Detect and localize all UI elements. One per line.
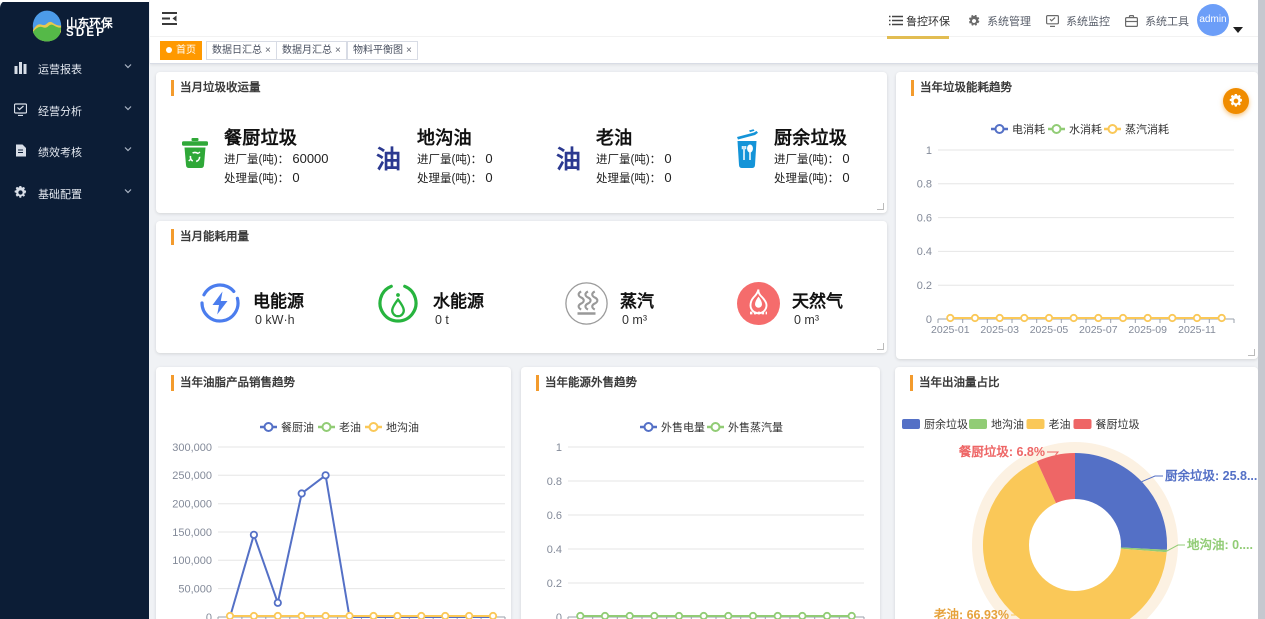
svg-text:100,000: 100,000 bbox=[172, 555, 212, 567]
svg-text:地沟油: 地沟油 bbox=[991, 417, 1024, 431]
svg-text:餐厨垃圾: 餐厨垃圾 bbox=[1096, 417, 1140, 431]
svg-text:电消耗: 电消耗 bbox=[1012, 122, 1045, 136]
svg-text:地沟油: 地沟油 bbox=[386, 420, 419, 434]
svg-text:2025-07: 2025-07 bbox=[1079, 324, 1118, 336]
svg-text:0: 0 bbox=[206, 612, 212, 619]
svg-text:2025-09: 2025-09 bbox=[1128, 324, 1167, 336]
svg-text:0.6: 0.6 bbox=[917, 212, 932, 224]
svg-text:厨余垃圾: 厨余垃圾 bbox=[924, 417, 968, 431]
svg-text:外售蒸汽量: 外售蒸汽量 bbox=[728, 420, 783, 434]
svg-text:水消耗: 水消耗 bbox=[1069, 122, 1102, 136]
svg-text:2025-11: 2025-11 bbox=[1178, 324, 1216, 336]
svg-text:0.2: 0.2 bbox=[547, 578, 562, 590]
svg-text:厨余垃圾: 25.8...: 厨余垃圾: 25.8... bbox=[1165, 468, 1257, 483]
svg-text:50,000: 50,000 bbox=[178, 583, 212, 595]
svg-text:1: 1 bbox=[926, 145, 932, 157]
svg-text:250,000: 250,000 bbox=[172, 470, 212, 482]
svg-text:150,000: 150,000 bbox=[172, 527, 212, 539]
svg-text:0.6: 0.6 bbox=[547, 510, 562, 522]
svg-text:蒸汽消耗: 蒸汽消耗 bbox=[1125, 122, 1169, 136]
svg-text:老油: 老油 bbox=[1049, 417, 1071, 431]
svg-text:2025-05: 2025-05 bbox=[1030, 324, 1069, 336]
svg-text:地沟油: 0....: 地沟油: 0.... bbox=[1187, 537, 1253, 552]
svg-text:0: 0 bbox=[556, 612, 562, 619]
svg-text:餐厨油: 餐厨油 bbox=[281, 420, 314, 434]
svg-text:0.8: 0.8 bbox=[917, 179, 932, 191]
svg-text:老油: 66.93%: 老油: 66.93% bbox=[933, 607, 1009, 619]
svg-text:2025-01: 2025-01 bbox=[931, 324, 970, 336]
svg-text:0.8: 0.8 bbox=[547, 476, 562, 488]
svg-text:200,000: 200,000 bbox=[172, 499, 212, 511]
svg-text:0.4: 0.4 bbox=[547, 544, 562, 556]
svg-text:0.4: 0.4 bbox=[917, 246, 932, 258]
svg-text:2025-03: 2025-03 bbox=[980, 324, 1019, 336]
svg-text:外售电量: 外售电量 bbox=[661, 420, 705, 434]
svg-text:0.2: 0.2 bbox=[917, 280, 932, 292]
svg-text:300,000: 300,000 bbox=[172, 442, 212, 454]
svg-text:餐厨垃圾: 6.8%: 餐厨垃圾: 6.8% bbox=[958, 444, 1045, 459]
svg-text:老油: 老油 bbox=[339, 420, 361, 434]
svg-text:1: 1 bbox=[556, 442, 562, 454]
